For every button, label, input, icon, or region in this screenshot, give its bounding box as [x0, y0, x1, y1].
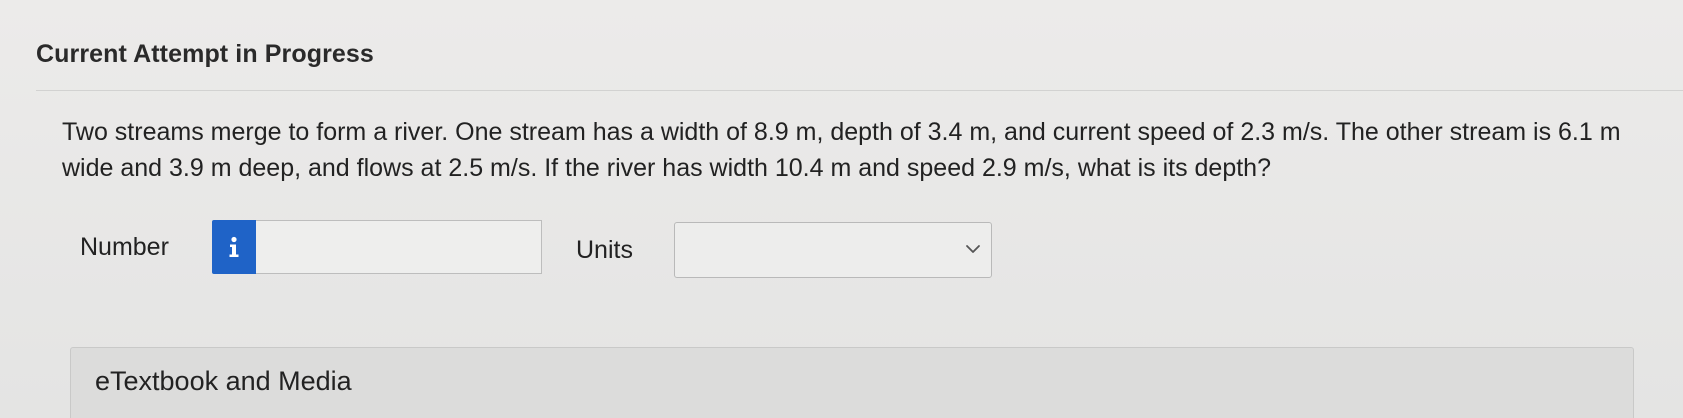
chevron-down-icon — [965, 241, 981, 262]
number-label: Number — [80, 233, 169, 261]
units-select[interactable] — [674, 222, 992, 278]
assignment-page: Current Attempt in Progress Two streams … — [0, 0, 1683, 418]
etextbook-label: eTextbook and Media — [95, 366, 352, 396]
etextbook-and-media-panel[interactable]: eTextbook and Media — [70, 347, 1634, 418]
header-divider — [36, 90, 1683, 91]
units-label: Units — [576, 236, 633, 264]
info-button[interactable] — [212, 220, 256, 274]
info-icon — [227, 236, 241, 258]
attempt-status-title: Current Attempt in Progress — [36, 40, 374, 68]
question-text: Two streams merge to form a river. One s… — [62, 118, 1621, 182]
number-input[interactable] — [256, 220, 542, 274]
